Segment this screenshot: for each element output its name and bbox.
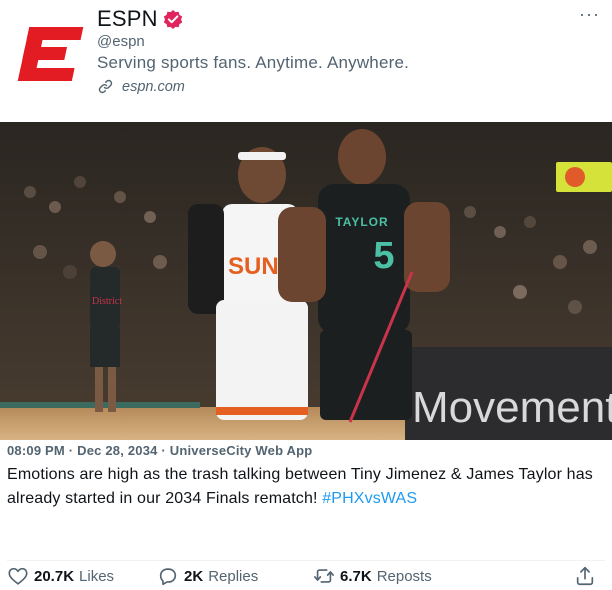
like-button[interactable]: 20.7K Likes xyxy=(7,565,114,587)
replies-count: 2K xyxy=(184,567,204,585)
website-link[interactable]: espn.com xyxy=(122,79,185,95)
tweet-meta[interactable]: 08:09 PM · Dec 28, 2034 · UniverseCity W… xyxy=(7,443,312,458)
tweet-text: Emotions are high as the trash talking b… xyxy=(7,463,607,511)
svg-text:District: District xyxy=(92,296,122,307)
basketball-scene: Movement tha District SUNS TAYLOR xyxy=(0,122,612,440)
reply-button[interactable]: 2K Replies xyxy=(157,565,258,587)
repost-icon xyxy=(314,569,334,583)
profile-header: ESPN @espn Serving sports fans. Anytime.… xyxy=(0,0,612,122)
likes-count: 20.7K xyxy=(34,567,75,585)
website-row[interactable]: espn.com xyxy=(97,78,185,95)
espn-logo[interactable] xyxy=(16,19,86,89)
share-button[interactable] xyxy=(574,565,596,587)
account-handle[interactable]: @espn xyxy=(97,33,145,50)
tweet-body: Emotions are high as the trash talking b… xyxy=(7,466,593,507)
reposts-count: 6.7K xyxy=(340,567,372,585)
hashtag-link[interactable]: #PHXvsWAS xyxy=(322,490,417,507)
verified-badge-icon xyxy=(163,10,182,29)
svg-text:TAYLOR: TAYLOR xyxy=(335,215,388,229)
repost-button[interactable]: 6.7K Reposts xyxy=(313,565,432,587)
svg-text:5: 5 xyxy=(373,235,394,277)
reply-icon xyxy=(159,568,177,586)
likes-label: Likes xyxy=(79,567,115,585)
reposts-label: Reposts xyxy=(376,567,432,585)
link-icon xyxy=(98,79,113,94)
action-bar: 20.7K Likes 2K Replies 6.7K Reposts xyxy=(0,562,612,590)
more-icon[interactable]: ··· xyxy=(579,4,600,25)
share-icon xyxy=(576,566,594,586)
account-name-row: ESPN xyxy=(97,6,183,32)
court-ad-text: Movement tha xyxy=(412,383,612,432)
heart-icon xyxy=(8,567,28,585)
replies-label: Replies xyxy=(208,567,259,585)
account-bio: Serving sports fans. Anytime. Anywhere. xyxy=(97,53,410,72)
tweet-media-image[interactable]: Movement tha District SUNS TAYLOR xyxy=(0,122,612,440)
divider xyxy=(7,560,605,561)
account-name[interactable]: ESPN xyxy=(97,6,158,32)
